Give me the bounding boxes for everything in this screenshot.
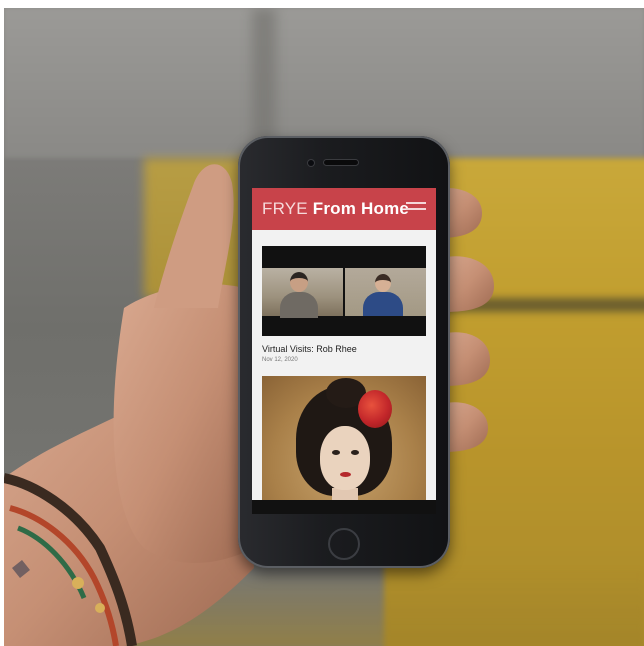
phone-screen: FRYE From Home Virtual Visits: Rob Rhee: [252, 188, 436, 514]
background-photo: FRYE From Home Virtual Visits: Rob Rhee: [4, 8, 644, 646]
earpiece-speaker: [324, 160, 358, 165]
red-flower: [358, 390, 392, 428]
card-date: Nov 12, 2020: [262, 357, 298, 363]
home-button[interactable]: [328, 528, 360, 560]
portrait-face: [320, 426, 370, 490]
site-brand[interactable]: FRYE From Home: [262, 199, 409, 219]
browser-bottom-bar: [252, 500, 436, 514]
video-participant-left: [262, 268, 343, 318]
hamburger-menu-icon[interactable]: [406, 202, 426, 216]
app-header: FRYE From Home: [252, 188, 436, 230]
video-participant-right: [345, 268, 426, 316]
brand-frye: FRYE: [262, 199, 308, 218]
card-title[interactable]: Virtual Visits: Rob Rhee: [262, 344, 357, 354]
brand-from-home: From Home: [312, 199, 410, 218]
artwork-thumbnail[interactable]: [262, 376, 426, 514]
smartphone: FRYE From Home Virtual Visits: Rob Rhee: [238, 136, 450, 568]
video-thumbnail[interactable]: [262, 246, 426, 336]
front-camera: [308, 160, 314, 166]
